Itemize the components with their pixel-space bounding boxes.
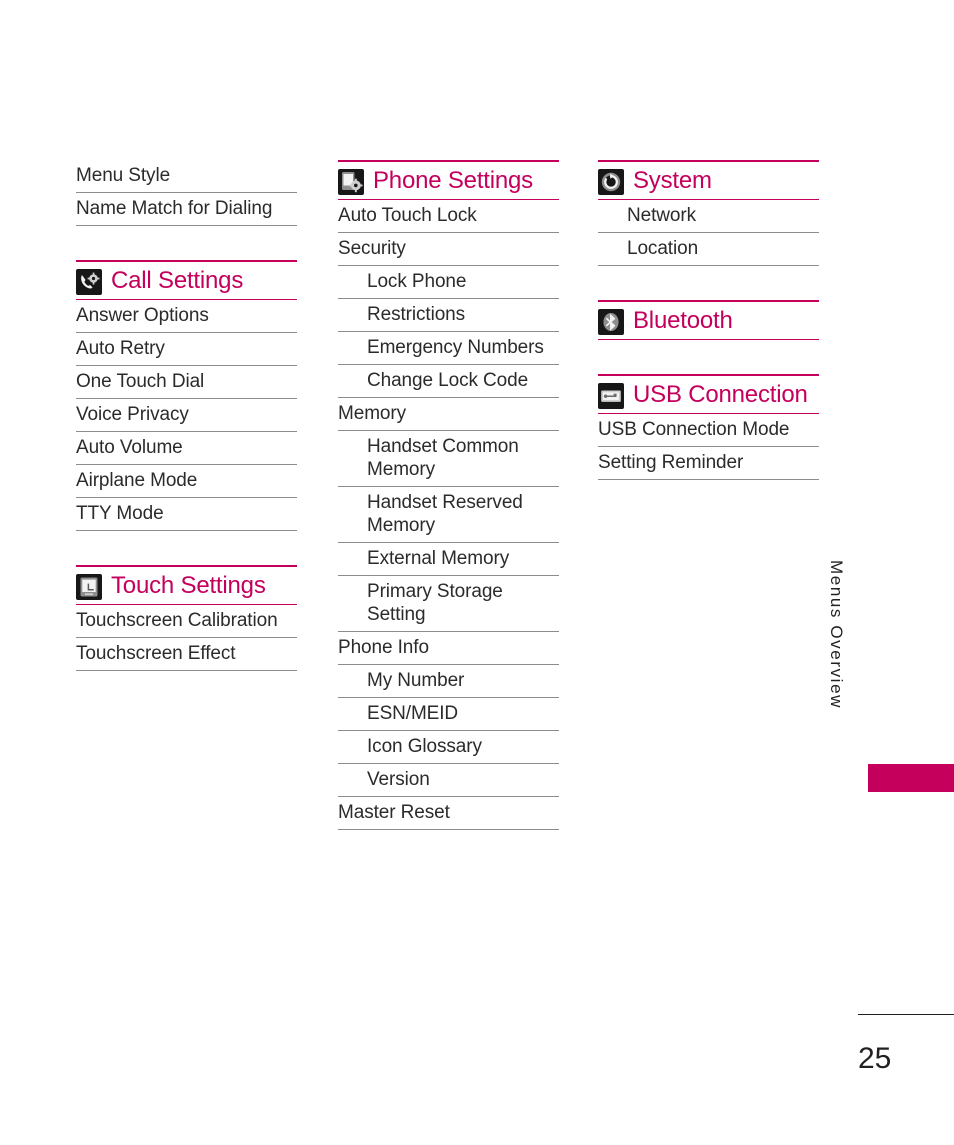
- menu-item[interactable]: Lock Phone: [338, 266, 559, 299]
- menu-item[interactable]: Icon Glossary: [338, 731, 559, 764]
- menu-item[interactable]: Touchscreen Calibration: [76, 605, 297, 638]
- menu-column-3: System Network Location Bluetooth USB Connec…: [598, 160, 819, 480]
- section-heading-usb-connection[interactable]: USB Connection: [598, 376, 819, 413]
- section-title: System: [633, 167, 712, 194]
- menu-section-bluetooth: Bluetooth: [598, 300, 819, 340]
- section-heading-bluetooth[interactable]: Bluetooth: [598, 302, 819, 339]
- touchscreen-icon: [76, 574, 102, 600]
- section-heading-call-settings[interactable]: Call Settings: [76, 262, 297, 299]
- menu-column-2: Phone Settings Auto Touch Lock Security Loc…: [338, 160, 559, 830]
- menu-section-call-settings: Call Settings Answer Options Auto Retry One…: [76, 260, 297, 531]
- menu-item[interactable]: Network: [598, 200, 819, 233]
- menu-item[interactable]: Location: [598, 233, 819, 266]
- section-bottom-rule: [598, 339, 819, 340]
- menu-item[interactable]: Voice Privacy: [76, 399, 297, 432]
- footer-divider: [858, 1014, 954, 1015]
- usb-icon: [598, 383, 624, 409]
- page-number: 25: [858, 1042, 892, 1075]
- section-title: Phone Settings: [373, 167, 533, 194]
- menu-item[interactable]: My Number: [338, 665, 559, 698]
- menu-item[interactable]: Master Reset: [338, 797, 559, 830]
- menu-item[interactable]: Handset Common Memory: [338, 431, 559, 487]
- menu-item[interactable]: USB Connection Mode: [598, 414, 819, 447]
- section-heading-system[interactable]: System: [598, 162, 819, 199]
- side-tab-marker: [868, 764, 954, 792]
- menu-column-1: Menu Style Name Match for Dialing Call Set…: [76, 160, 297, 671]
- menu-item[interactable]: Handset Reserved Memory: [338, 487, 559, 543]
- section-title: Touch Settings: [111, 572, 266, 599]
- menu-item[interactable]: TTY Mode: [76, 498, 297, 531]
- menu-item[interactable]: Memory: [338, 398, 559, 431]
- menu-item[interactable]: Touchscreen Effect: [76, 638, 297, 671]
- menu-item[interactable]: Auto Volume: [76, 432, 297, 465]
- menu-item[interactable]: One Touch Dial: [76, 366, 297, 399]
- menu-item[interactable]: Auto Retry: [76, 333, 297, 366]
- menu-item[interactable]: ESN/MEID: [338, 698, 559, 731]
- menu-item[interactable]: Primary Storage Setting: [338, 576, 559, 632]
- menu-item[interactable]: Emergency Numbers: [338, 332, 559, 365]
- menu-item[interactable]: Menu Style: [76, 160, 297, 193]
- section-heading-phone-settings[interactable]: Phone Settings: [338, 162, 559, 199]
- phone-gear-icon: [76, 269, 102, 295]
- menu-item[interactable]: Name Match for Dialing: [76, 193, 297, 226]
- menu-item[interactable]: Restrictions: [338, 299, 559, 332]
- menu-item[interactable]: Phone Info: [338, 632, 559, 665]
- section-title: Bluetooth: [633, 307, 733, 334]
- section-title: USB Connection: [633, 381, 808, 408]
- menu-section-system: System Network Location: [598, 160, 819, 266]
- section-title: Call Settings: [111, 267, 244, 294]
- system-refresh-icon: [598, 169, 624, 195]
- bluetooth-icon: [598, 309, 624, 335]
- manual-page: Menu Style Name Match for Dialing Call Set…: [0, 0, 954, 1145]
- menu-section-continued-settings: Menu Style Name Match for Dialing: [76, 160, 297, 226]
- side-tab-label: Menus Overview: [827, 560, 846, 709]
- menu-section-touch-settings: Touch Settings Touchscreen Calibration Tou…: [76, 565, 297, 671]
- phone-settings-icon: [338, 169, 364, 195]
- menu-item[interactable]: Airplane Mode: [76, 465, 297, 498]
- section-heading-touch-settings[interactable]: Touch Settings: [76, 567, 297, 604]
- menu-item[interactable]: Change Lock Code: [338, 365, 559, 398]
- menu-item[interactable]: Answer Options: [76, 300, 297, 333]
- menu-item[interactable]: Security: [338, 233, 559, 266]
- menu-item[interactable]: Auto Touch Lock: [338, 200, 559, 233]
- menu-item[interactable]: External Memory: [338, 543, 559, 576]
- menu-section-phone-settings: Phone Settings Auto Touch Lock Security Loc…: [338, 160, 559, 830]
- menu-item[interactable]: Version: [338, 764, 559, 797]
- menu-section-usb-connection: USB Connection USB Connection Mode Setting…: [598, 374, 819, 480]
- menu-item[interactable]: Setting Reminder: [598, 447, 819, 480]
